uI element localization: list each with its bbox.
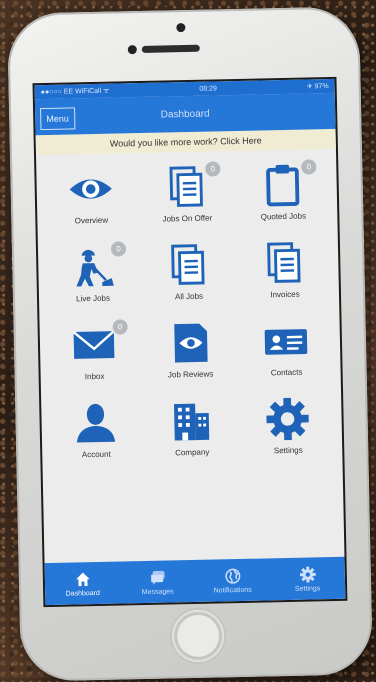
tile-label: Invoices — [270, 290, 300, 300]
documents-icon — [163, 164, 210, 211]
worker-icon — [69, 244, 116, 291]
person-icon — [72, 400, 119, 447]
count-badge: 0 — [205, 161, 220, 176]
tab-label: Dashboard — [66, 589, 100, 597]
tile-label: Overview — [75, 216, 109, 226]
tab-label: Notifications — [214, 586, 252, 594]
phone-body: ●●○○○ EE WiFiCall ᯤ 08:29 ✈ 97% Menu Das… — [7, 6, 373, 681]
tile-all-jobs[interactable]: All Jobs — [140, 233, 238, 313]
tab-bar: Dashboard Messages Notifications — [45, 557, 346, 605]
tile-contacts[interactable]: Contacts — [237, 309, 335, 389]
clock: 08:29 — [199, 85, 217, 92]
front-camera — [176, 23, 185, 32]
count-badge: 0 — [112, 319, 127, 334]
tab-settings[interactable]: Settings — [270, 557, 346, 601]
tile-label: Jobs On Offer — [162, 214, 212, 224]
tile-jobs-on-offer[interactable]: 0 Jobs On Offer — [138, 155, 236, 235]
envelope-icon — [71, 322, 118, 369]
tile-label: Company — [175, 448, 209, 458]
home-button[interactable] — [172, 609, 225, 662]
tile-label: Contacts — [271, 368, 303, 378]
documents-icon — [261, 240, 308, 287]
tile-label: Quoted Jobs — [261, 212, 307, 222]
proximity-sensor — [128, 45, 137, 54]
gear-icon — [264, 395, 311, 442]
tab-dashboard[interactable]: Dashboard — [45, 562, 121, 606]
banner-text: Would you like more work? Click Here — [110, 135, 262, 148]
tab-label: Settings — [295, 585, 320, 593]
tab-label: Messages — [142, 588, 174, 596]
tile-overview[interactable]: Overview — [42, 157, 140, 237]
count-badge: 0 — [111, 241, 126, 256]
tile-job-reviews[interactable]: Job Reviews — [141, 311, 239, 391]
app-screen: ●●○○○ EE WiFiCall ᯤ 08:29 ✈ 97% Menu Das… — [35, 79, 346, 605]
carrier-text: ●●○○○ EE WiFiCall ᯤ — [41, 86, 110, 96]
tile-live-jobs[interactable]: 0 Live Jobs — [44, 235, 142, 315]
building-icon — [168, 398, 215, 445]
battery-text: ✈ 97% — [307, 82, 329, 90]
dashboard-grid: Overview 0 Jobs On Offer — [36, 149, 343, 471]
eye-icon — [67, 166, 114, 213]
tab-messages[interactable]: Messages — [120, 560, 196, 604]
tab-notifications[interactable]: Notifications — [195, 558, 271, 602]
home-icon — [73, 570, 91, 588]
tile-label: Inbox — [85, 372, 105, 381]
tile-invoices[interactable]: Invoices — [236, 231, 334, 311]
tile-inbox[interactable]: 0 Inbox — [45, 313, 143, 393]
tile-account[interactable]: Account — [47, 391, 145, 471]
clipboard-icon — [259, 162, 306, 209]
chat-icon — [148, 568, 166, 586]
globe-icon — [223, 566, 241, 584]
tile-label: Settings — [274, 446, 303, 456]
tile-settings[interactable]: Settings — [239, 387, 337, 467]
tile-label: Live Jobs — [76, 294, 110, 304]
tile-label: All Jobs — [175, 292, 203, 302]
gear-icon — [298, 565, 316, 583]
tile-company[interactable]: Company — [143, 389, 241, 469]
menu-button[interactable]: Menu — [40, 107, 75, 130]
earpiece-speaker — [142, 45, 200, 53]
page-title: Dashboard — [161, 108, 210, 120]
tile-label: Account — [82, 450, 111, 460]
tile-quoted-jobs[interactable]: 0 Quoted Jobs — [234, 153, 332, 233]
review-icon — [167, 320, 214, 367]
contact-card-icon — [262, 318, 309, 365]
nav-bar: Menu Dashboard — [35, 93, 336, 135]
documents-icon — [165, 242, 212, 289]
tile-label: Job Reviews — [168, 370, 214, 380]
count-badge: 0 — [301, 159, 316, 174]
